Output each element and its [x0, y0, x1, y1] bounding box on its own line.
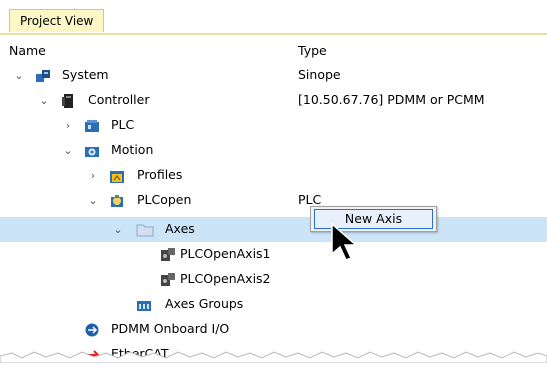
column-header-name[interactable]: Name — [9, 43, 46, 58]
motion-icon — [84, 143, 100, 159]
axes-groups-icon — [136, 297, 152, 313]
tree-item-label: Axes Groups — [165, 296, 244, 311]
tree-item-axes[interactable]: ⌄ Axes — [0, 217, 547, 242]
chevron-down-icon[interactable]: ⌄ — [86, 194, 100, 208]
tree-item-label: PDMM Onboard I/O — [111, 321, 230, 336]
tab-project-view[interactable]: Project View — [9, 9, 105, 32]
plcopen-icon — [109, 193, 125, 209]
tree-item-profiles[interactable]: › Profiles — [0, 163, 547, 188]
tree-item-label: PLCopen — [137, 192, 192, 207]
tree-item-axes-groups[interactable]: Axes Groups — [0, 292, 547, 317]
tree-item-type: Sinope — [298, 67, 341, 82]
mouse-cursor-icon — [331, 222, 358, 261]
column-header-type[interactable]: Type — [298, 43, 327, 58]
tree-item-motion[interactable]: ⌄ Motion — [0, 138, 547, 163]
chevron-down-icon[interactable]: ⌄ — [12, 69, 26, 83]
profiles-icon — [109, 168, 125, 184]
tree-item-system[interactable]: ⌄ System Sinope — [0, 63, 547, 88]
tree-item-plc[interactable]: › PLC — [0, 113, 547, 138]
controller-icon — [60, 93, 76, 109]
chevron-down-icon[interactable]: ⌄ — [37, 94, 51, 108]
chevron-down-icon[interactable]: ⌄ — [111, 223, 125, 237]
tree-item-label: System — [62, 67, 109, 82]
chevron-right-icon[interactable]: › — [61, 119, 75, 133]
axis-icon — [160, 272, 176, 288]
plc-icon — [84, 118, 100, 134]
tree-item-controller[interactable]: ⌄ Controller [10.50.67.76] PDMM or PCMM — [0, 88, 547, 113]
chevron-right-icon[interactable]: › — [86, 169, 100, 183]
tree-item-label: Profiles — [137, 167, 183, 182]
tree-item-label: Motion — [111, 142, 154, 157]
tree-item-type: PLC — [298, 192, 322, 207]
folder-icon — [136, 222, 154, 238]
torn-edge-decoration — [0, 351, 547, 363]
tree-item-type: [10.50.67.76] PDMM or PCMM — [298, 92, 485, 107]
tree-item-label: PLCOpenAxis2 — [180, 271, 271, 286]
tree-item-plcopen[interactable]: ⌄ PLCopen PLC — [0, 188, 547, 213]
project-view-panel: Project View Name Type ⌄ System Sinope ⌄… — [0, 0, 547, 363]
tab-strip: Project View — [0, 0, 547, 35]
onboard-io-icon — [84, 322, 100, 338]
tab-underline — [0, 33, 547, 35]
tree-item-label: Controller — [88, 92, 150, 107]
chevron-down-icon[interactable]: ⌄ — [61, 144, 75, 158]
system-icon — [35, 68, 51, 84]
tree-item-plcopenaxis2[interactable]: PLCOpenAxis2 — [0, 267, 547, 292]
tree-item-label: PLCOpenAxis1 — [180, 246, 271, 261]
tree-item-label: Axes — [165, 221, 195, 236]
tree-item-label: PLC — [111, 117, 135, 132]
axis-icon — [160, 247, 176, 263]
tree-item-pdmm-onboard-io[interactable]: PDMM Onboard I/O — [0, 317, 547, 342]
tree-item-plcopenaxis1[interactable]: PLCOpenAxis1 — [0, 242, 547, 267]
